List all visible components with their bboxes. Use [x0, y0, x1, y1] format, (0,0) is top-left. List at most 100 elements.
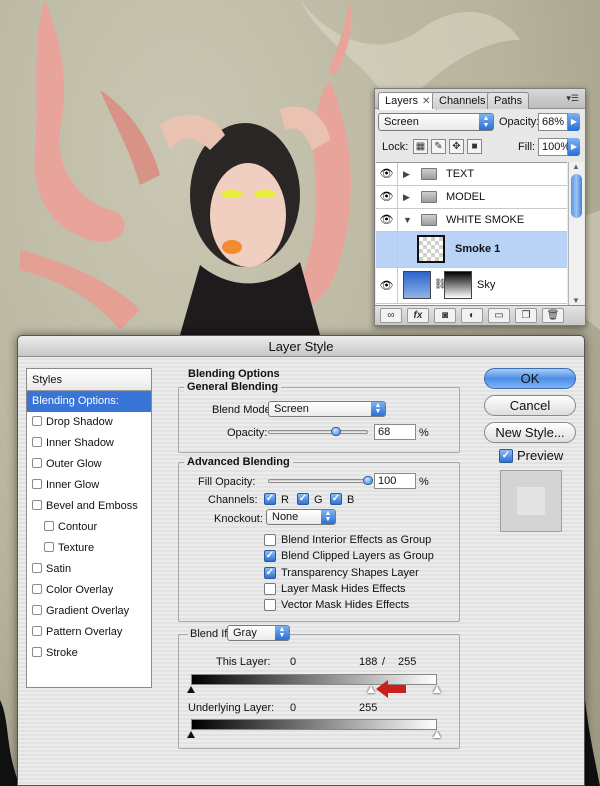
style-outer-glow[interactable]: Outer Glow — [27, 454, 151, 475]
mask-icon[interactable]: ◙ — [434, 308, 456, 323]
blend-mode-select[interactable]: Screen ▲ ▼ — [268, 401, 386, 417]
preview-checkbox[interactable]: ✓ — [499, 449, 513, 463]
underlying-min: 0 — [290, 702, 297, 714]
cancel-button[interactable]: Cancel — [484, 395, 576, 416]
eye-icon[interactable]: 👁 — [376, 209, 398, 231]
channel-r-checkbox[interactable]: ✓ — [264, 493, 276, 505]
folder-icon[interactable]: ▭ — [488, 308, 510, 323]
tab-layers[interactable]: Layers ✕ — [378, 92, 438, 110]
layer-row-sky[interactable]: 👁 ⛓ Sky — [376, 268, 567, 304]
opacity-input[interactable]: 68 — [374, 424, 416, 440]
layer-blend-mode-select[interactable]: Screen ▲ ▼ — [378, 113, 494, 131]
style-checkbox[interactable] — [32, 626, 42, 636]
style-label: Texture — [58, 542, 95, 554]
style-satin[interactable]: Satin — [27, 559, 151, 580]
close-icon[interactable]: ✕ — [422, 96, 430, 107]
style-bevel-emboss[interactable]: Bevel and Emboss — [27, 496, 151, 517]
layer-row-text[interactable]: 👁 ▶ TEXT — [376, 163, 567, 186]
expand-triangle-icon[interactable]: ▶ — [403, 169, 410, 180]
style-checkbox[interactable] — [44, 521, 54, 531]
style-inner-glow[interactable]: Inner Glow — [27, 475, 151, 496]
layer-row-smoke-1[interactable]: Smoke 1 — [376, 232, 567, 268]
eye-icon[interactable]: 👁 — [376, 186, 398, 208]
scroll-thumb[interactable] — [571, 174, 582, 218]
style-texture[interactable]: Texture — [27, 538, 151, 559]
layer-row-model[interactable]: 👁 ▶ MODEL — [376, 186, 567, 209]
this-layer-black-slider[interactable] — [187, 686, 195, 693]
ok-button[interactable]: OK — [484, 368, 576, 389]
blend-if-select[interactable]: Gray ▲ ▼ — [227, 625, 290, 641]
layer-fill-input[interactable]: 100% — [538, 138, 570, 156]
layers-scrollbar[interactable]: ▲ ▼ — [568, 162, 584, 305]
expand-triangle-icon[interactable]: ▶ — [403, 192, 410, 203]
adjustment-icon[interactable]: ◐ — [461, 308, 483, 323]
eye-icon[interactable]: 👁 — [376, 163, 398, 185]
channel-g-checkbox[interactable]: ✓ — [297, 493, 309, 505]
style-drop-shadow[interactable]: Drop Shadow — [27, 412, 151, 433]
eye-icon[interactable]: 👁 — [376, 268, 398, 303]
style-stroke[interactable]: Stroke — [27, 643, 151, 664]
style-color-overlay[interactable]: Color Overlay — [27, 580, 151, 601]
this-layer-max: 255 — [398, 656, 417, 668]
style-blending-options[interactable]: Blending Options: Custom — [27, 391, 151, 428]
blend-clipped-checkbox[interactable]: ✓ — [264, 550, 276, 562]
underlying-white-slider[interactable] — [433, 731, 441, 738]
style-inner-shadow[interactable]: Inner Shadow — [27, 433, 151, 454]
link-icon[interactable]: ∞ — [380, 308, 402, 323]
this-layer-white-slider[interactable] — [433, 686, 441, 693]
fill-opacity-slider-track[interactable] — [268, 479, 368, 483]
knockout-select[interactable]: None ▲ ▼ — [266, 509, 336, 525]
style-checkbox[interactable] — [32, 416, 42, 426]
style-checkbox[interactable] — [32, 647, 42, 657]
fill-opacity-slider-knob[interactable] — [363, 476, 373, 485]
style-checkbox[interactable] — [32, 479, 42, 489]
channel-b-label: B — [347, 494, 355, 506]
collapse-triangle-icon[interactable]: ▼ — [403, 215, 412, 225]
style-checkbox[interactable] — [32, 437, 42, 447]
styles-header[interactable]: Styles — [27, 369, 151, 391]
style-checkbox[interactable] — [32, 563, 42, 573]
new-style-button[interactable]: New Style... — [484, 422, 576, 443]
scroll-up-icon[interactable]: ▲ — [572, 162, 580, 171]
general-blending-title: General Blending — [184, 381, 282, 393]
scroll-down-icon[interactable]: ▼ — [572, 296, 580, 305]
opacity-slider-track[interactable] — [268, 430, 368, 434]
lock-all-icon[interactable]: ■ — [467, 139, 482, 154]
layer-mask-hides-checkbox[interactable] — [264, 583, 276, 595]
layer-opacity-input[interactable]: 68% — [538, 113, 568, 131]
style-label: Inner Shadow — [46, 437, 114, 449]
trash-icon[interactable]: 🗑 — [542, 308, 564, 323]
style-checkbox[interactable] — [32, 458, 42, 468]
transparency-shapes-checkbox[interactable]: ✓ — [264, 567, 276, 579]
style-label: Stroke — [46, 647, 78, 659]
lock-brush-icon[interactable]: ✎ — [431, 139, 446, 154]
tab-channels[interactable]: Channels — [432, 92, 493, 109]
panel-menu-icon[interactable]: ▾☰ — [566, 93, 579, 104]
lock-move-icon[interactable]: ✥ — [449, 139, 464, 154]
style-pattern-overlay[interactable]: Pattern Overlay — [27, 622, 151, 643]
percent-sign: % — [419, 476, 429, 488]
underlying-black-slider[interactable] — [187, 731, 195, 738]
fill-arrow-icon[interactable]: ▶ — [568, 138, 580, 156]
layer-name: TEXT — [446, 168, 475, 180]
blend-if-label: Blend If: — [188, 628, 233, 640]
tab-paths[interactable]: Paths — [487, 92, 530, 109]
opacity-arrow-icon[interactable]: ▶ — [568, 113, 580, 131]
eye-icon[interactable] — [376, 232, 398, 267]
opacity-slider-knob[interactable] — [331, 427, 341, 436]
blend-interior-checkbox[interactable] — [264, 534, 276, 546]
style-checkbox[interactable] — [32, 605, 42, 615]
layer-row-white-smoke[interactable]: 👁 ▼ WHITE SMOKE — [376, 209, 567, 232]
fill-opacity-input[interactable]: 100 — [374, 473, 416, 489]
style-checkbox[interactable] — [32, 584, 42, 594]
new-layer-icon[interactable]: ❐ — [515, 308, 537, 323]
preview-label: Preview — [517, 448, 564, 463]
channel-b-checkbox[interactable]: ✓ — [330, 493, 342, 505]
fx-icon[interactable]: fx — [407, 308, 429, 323]
style-contour[interactable]: Contour — [27, 517, 151, 538]
style-checkbox[interactable] — [32, 500, 42, 510]
lock-transparent-icon[interactable]: ▦ — [413, 139, 428, 154]
style-checkbox[interactable] — [44, 542, 54, 552]
style-gradient-overlay[interactable]: Gradient Overlay — [27, 601, 151, 622]
vector-mask-hides-checkbox[interactable] — [264, 599, 276, 611]
